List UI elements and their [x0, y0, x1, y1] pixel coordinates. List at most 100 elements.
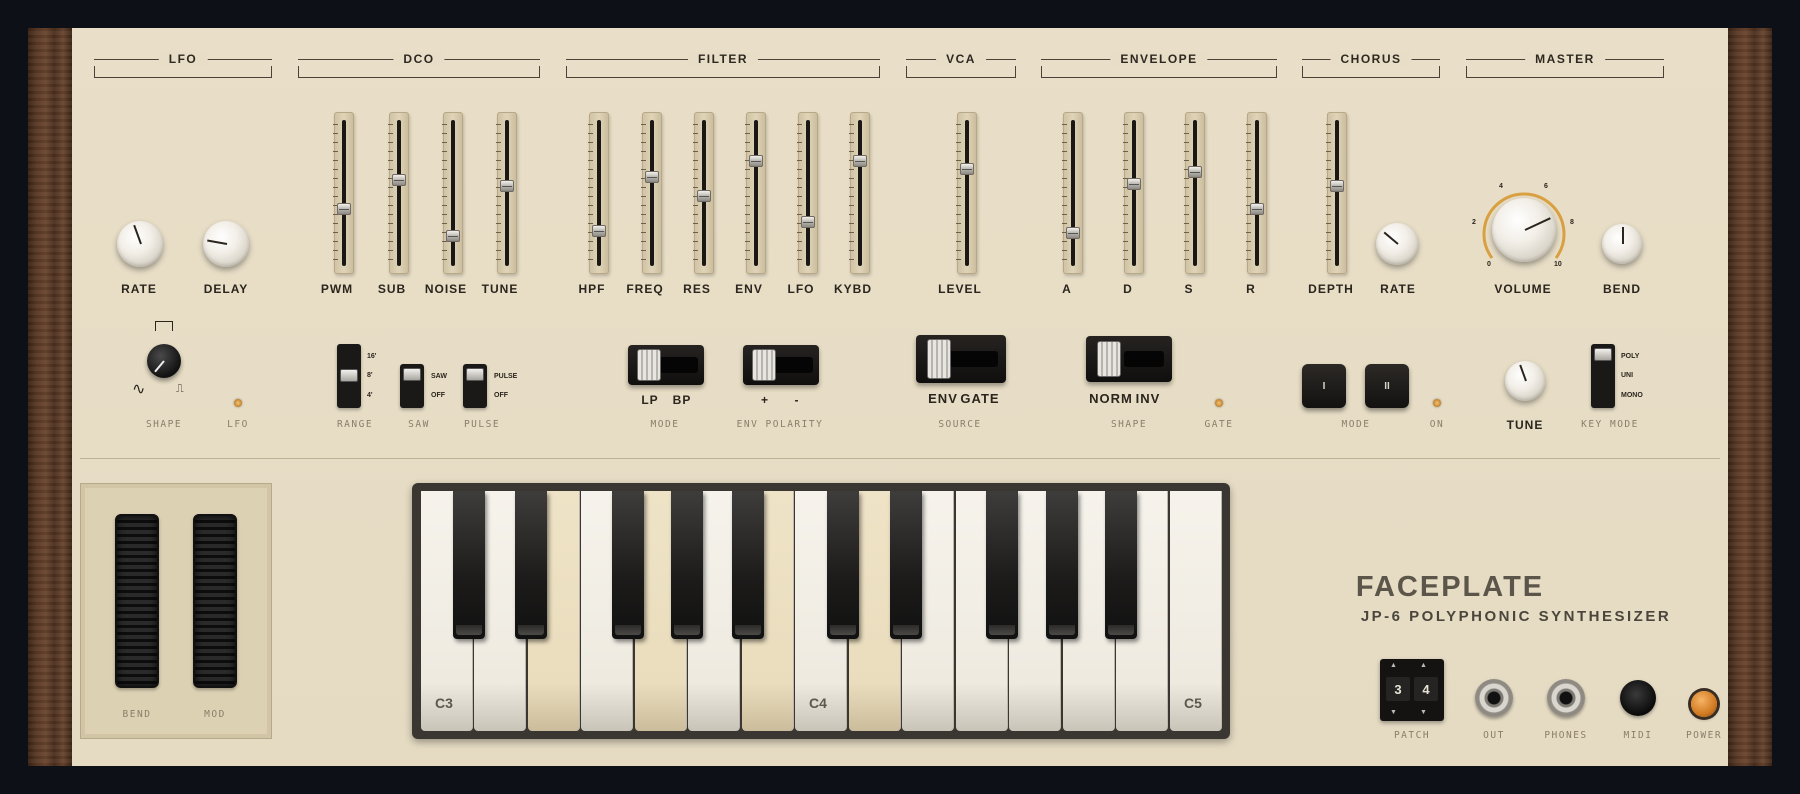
- volume-knob[interactable]: [1492, 198, 1556, 262]
- black-key[interactable]: [453, 491, 485, 639]
- patch-digit-1: 3: [1386, 677, 1410, 701]
- black-key[interactable]: [671, 491, 703, 639]
- patch-up-arrow-icon-1[interactable]: ▲: [1390, 662, 1397, 669]
- gate-led: [1215, 399, 1223, 407]
- mode-bp-label: BP: [672, 393, 692, 407]
- range-switch[interactable]: [337, 344, 361, 408]
- sub-slider-cap[interactable]: [392, 173, 406, 186]
- attack-slider-cap[interactable]: [1066, 227, 1080, 240]
- freq-slider-cap[interactable]: [645, 170, 659, 183]
- dco-tune-slider[interactable]: [496, 112, 517, 274]
- freq-slider[interactable]: [641, 112, 662, 274]
- lfo-delay-knob[interactable]: [203, 221, 249, 267]
- attack-slider[interactable]: [1062, 112, 1083, 274]
- wheel-box: [80, 483, 272, 739]
- shape-inv-label: INV: [1135, 391, 1161, 406]
- phones-jack[interactable]: [1547, 679, 1585, 717]
- release-slider-cap[interactable]: [1250, 203, 1264, 216]
- triangle-wave-icon: ∿: [132, 381, 146, 398]
- pulse-on-label: PULSE: [494, 373, 518, 380]
- chorus-mode-2-button[interactable]: II: [1365, 364, 1409, 408]
- black-key[interactable]: [890, 491, 922, 639]
- release-slider[interactable]: [1246, 112, 1267, 274]
- lfo-rate-knob[interactable]: [117, 221, 163, 267]
- volume-scale-6: 6: [1544, 183, 1548, 190]
- env-polarity-switch[interactable]: [743, 345, 819, 385]
- key-mode-switch[interactable]: [1591, 344, 1615, 408]
- chorus-mode-1-button[interactable]: I: [1302, 364, 1346, 408]
- patch-up-arrow-icon-2[interactable]: ▲: [1420, 662, 1427, 669]
- lfo-amount-slider-cap[interactable]: [801, 216, 815, 229]
- patch-down-arrow-icon-1[interactable]: ▼: [1390, 709, 1397, 716]
- out-jack[interactable]: [1475, 679, 1513, 717]
- saw-switch[interactable]: [400, 364, 424, 408]
- noise-label: NOISE: [424, 282, 468, 296]
- decay-slider-cap[interactable]: [1127, 177, 1141, 190]
- chorus-depth-slider-cap[interactable]: [1330, 180, 1344, 193]
- section-envelope: ENVELOPE: [1041, 52, 1277, 78]
- volume-scale-10: 10: [1554, 261, 1562, 268]
- black-key[interactable]: [612, 491, 644, 639]
- lfo-amount-slider[interactable]: [797, 112, 818, 274]
- env-label: ENV: [735, 282, 763, 296]
- pwm-slider[interactable]: [333, 112, 354, 274]
- midi-port[interactable]: [1620, 680, 1656, 716]
- patch-down-arrow-icon-2[interactable]: ▼: [1420, 709, 1427, 716]
- source-env-label: ENV: [928, 391, 958, 406]
- chorus-on-led: [1433, 399, 1441, 407]
- hpf-label: HPF: [578, 282, 606, 296]
- black-key[interactable]: [986, 491, 1018, 639]
- volume-scale-4: 4: [1499, 183, 1503, 190]
- noise-slider-cap[interactable]: [446, 229, 460, 242]
- range-label: RANGE: [336, 419, 374, 430]
- black-key[interactable]: [1046, 491, 1078, 639]
- res-slider-cap[interactable]: [697, 189, 711, 202]
- section-dco: DCO: [298, 52, 540, 78]
- section-master: MASTER: [1466, 52, 1664, 78]
- level-slider[interactable]: [956, 112, 977, 274]
- white-key-c5[interactable]: C5: [1170, 491, 1222, 731]
- lfo-led-label: LFO: [227, 419, 249, 430]
- key-label-c4: C4: [809, 695, 827, 711]
- patch-selector[interactable]: ▲ ▲ 3 4 ▼ ▼: [1380, 659, 1444, 721]
- key-label-c3: C3: [435, 695, 453, 711]
- black-key[interactable]: [1105, 491, 1137, 639]
- kybd-slider[interactable]: [849, 112, 870, 274]
- key-mode-uni-label: UNI: [1621, 372, 1634, 379]
- sustain-slider[interactable]: [1184, 112, 1205, 274]
- level-slider-cap[interactable]: [960, 162, 974, 175]
- pwm-slider-cap[interactable]: [337, 203, 351, 216]
- pulse-switch[interactable]: [463, 364, 487, 408]
- kybd-slider-cap[interactable]: [853, 154, 867, 167]
- env-shape-switch[interactable]: [1086, 336, 1172, 382]
- sub-slider[interactable]: [388, 112, 409, 274]
- noise-slider[interactable]: [442, 112, 463, 274]
- filter-mode-label: MODE: [650, 419, 680, 430]
- chorus-rate-knob[interactable]: [1376, 223, 1418, 265]
- vca-source-switch[interactable]: [916, 335, 1006, 383]
- hpf-slider[interactable]: [588, 112, 609, 274]
- master-tune-knob[interactable]: [1505, 361, 1545, 401]
- dco-tune-slider-cap[interactable]: [500, 180, 514, 193]
- brand-name: FACEPLATE: [1355, 571, 1545, 603]
- sustain-slider-cap[interactable]: [1188, 165, 1202, 178]
- black-key[interactable]: [732, 491, 764, 639]
- black-key[interactable]: [515, 491, 547, 639]
- pulse-label: PULSE: [463, 419, 501, 430]
- hpf-slider-cap[interactable]: [592, 224, 606, 237]
- volume-scale-8: 8: [1570, 219, 1574, 226]
- bend-wheel[interactable]: [115, 514, 159, 688]
- lfo-shape-knob[interactable]: [147, 344, 181, 378]
- res-slider[interactable]: [693, 112, 714, 274]
- chorus-depth-slider[interactable]: [1326, 112, 1347, 274]
- mod-wheel[interactable]: [193, 514, 237, 688]
- decay-slider[interactable]: [1123, 112, 1144, 274]
- black-key[interactable]: [827, 491, 859, 639]
- lfo-rate-label: RATE: [121, 282, 157, 296]
- release-label: R: [1246, 282, 1256, 296]
- env-slider[interactable]: [745, 112, 766, 274]
- filter-mode-switch[interactable]: [628, 345, 704, 385]
- master-bend-knob[interactable]: [1602, 224, 1642, 264]
- power-button[interactable]: [1691, 691, 1717, 717]
- env-slider-cap[interactable]: [749, 154, 763, 167]
